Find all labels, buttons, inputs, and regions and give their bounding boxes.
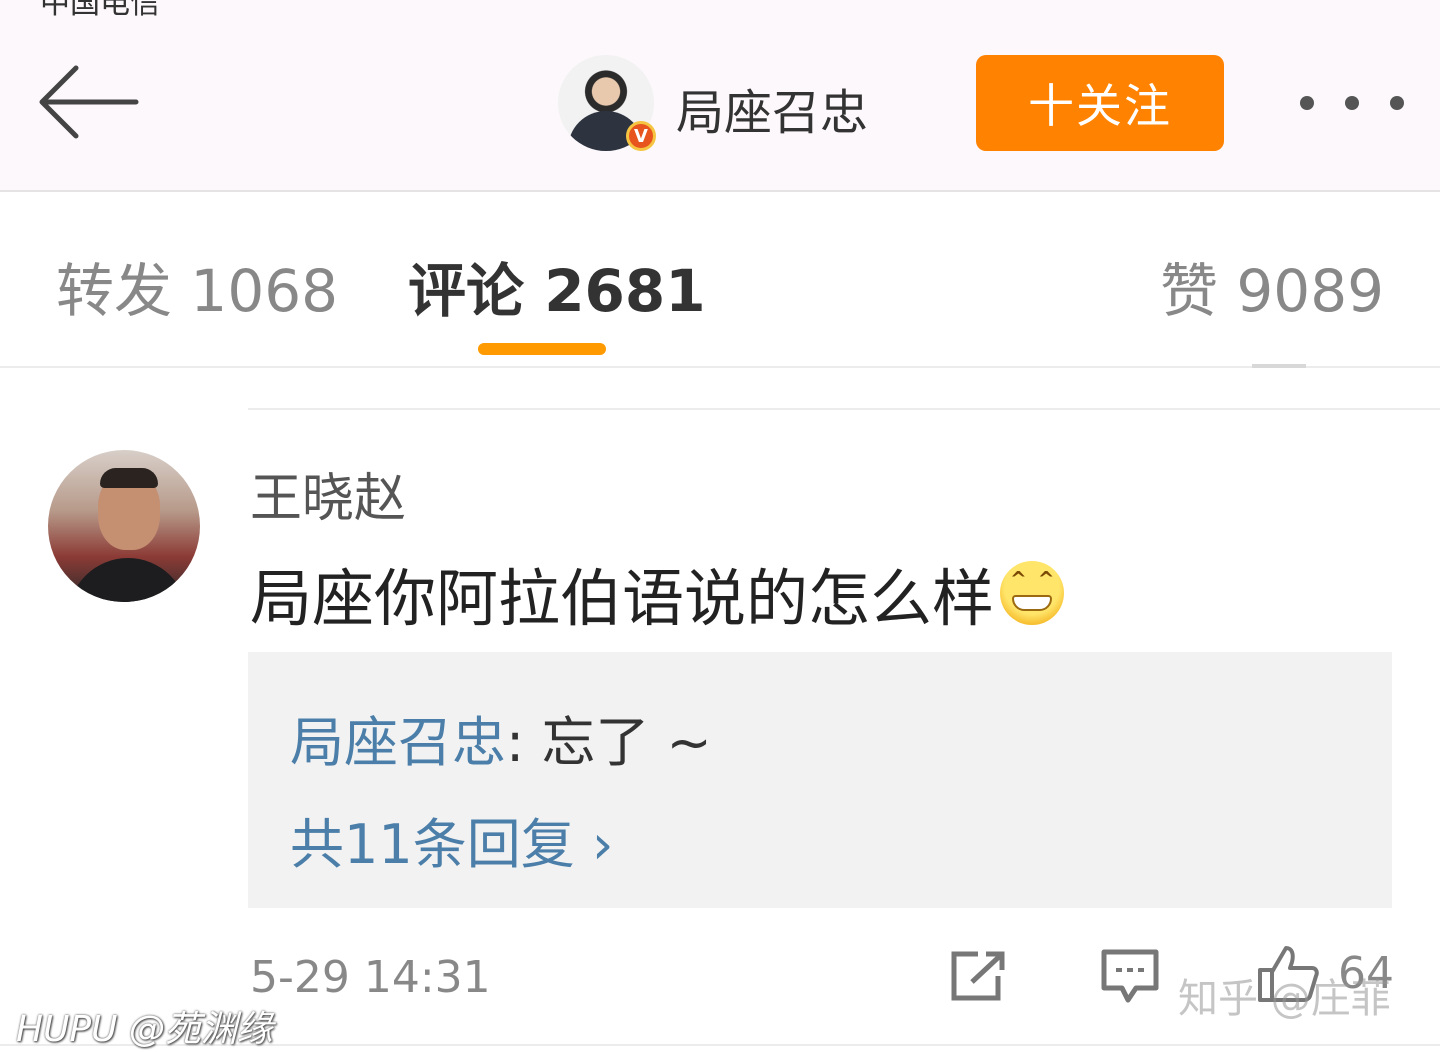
tab-comment[interactable]: 评论 2681 [408,244,706,328]
share-icon[interactable] [948,948,1008,1004]
watermark-zhihu: 知乎 @庄菲 [1178,976,1391,1022]
author-name[interactable]: 局座召忠 [676,73,868,143]
divider [248,408,1440,410]
scrolled-content-fragment [1252,364,1306,368]
watermark-hupu: HUPU @苑渊缘 [16,1009,273,1050]
reply-separator: : [506,711,525,774]
reply-content: 忘了 ~ [524,711,712,774]
tab-repost[interactable]: 转发 1068 [56,244,338,328]
author-avatar[interactable]: V [558,55,656,151]
verified-badge-icon: V [626,121,656,151]
comment-body: 局座你阿拉伯语说的怎么样 [250,562,995,635]
reply-item: 局座召忠: 忘了 ~ [290,698,712,777]
comment-timestamp: 5-29 14:31 [250,952,491,1003]
follow-button[interactable]: 十关注 [976,55,1224,151]
reply-preview[interactable]: 局座召忠: 忘了 ~ 共11条回复 › [248,652,1392,908]
tab-like[interactable]: 赞 9089 [1160,244,1384,328]
commenter-name[interactable]: 王晓赵 [250,456,406,531]
top-bar: 中国电信 V 局座召忠 十关注 [0,0,1440,192]
comment-icon[interactable] [1100,948,1160,1004]
active-tab-indicator [478,343,606,355]
back-arrow-icon[interactable] [36,60,140,144]
commenter-avatar[interactable] [48,450,200,602]
comment-text: 局座你阿拉伯语说的怎么样 [250,548,1065,638]
grin-emoji-icon [1000,561,1065,625]
tab-bar: 转发 1068 评论 2681 赞 9089 [0,192,1440,368]
view-all-replies-link[interactable]: 共11条回复 › [290,800,613,879]
status-bar-carrier: 中国电信 [40,0,160,21]
reply-author[interactable]: 局座召忠 [290,711,506,774]
more-options-icon[interactable] [1300,88,1404,118]
